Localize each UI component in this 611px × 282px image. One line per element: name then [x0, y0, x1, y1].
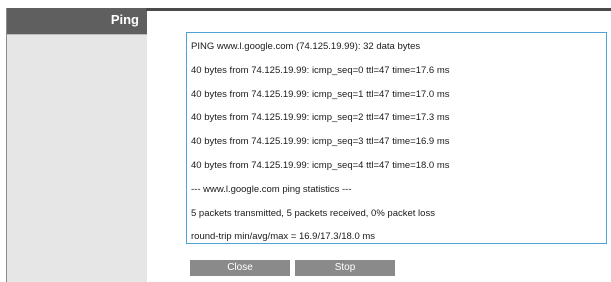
output-line: 5 packets transmitted, 5 packets receive…	[191, 207, 435, 219]
output-line: round-trip min/avg/max = 16.9/17.3/18.0 …	[191, 231, 376, 243]
output-line: 40 bytes from 74.125.19.99: icmp_seq=3 t…	[191, 136, 450, 148]
output-line: 40 bytes from 74.125.19.99: icmp_seq=1 t…	[191, 88, 450, 100]
output-line: PING www.l.google.com (74.125.19.99): 32…	[191, 41, 421, 52]
close-button[interactable]: Close	[190, 260, 290, 276]
stop-button[interactable]: Stop	[295, 260, 395, 276]
header-rule	[146, 8, 611, 11]
output-line: 40 bytes from 74.125.19.99: icmp_seq=2 t…	[191, 112, 450, 124]
sidebar-divider	[7, 34, 147, 35]
ping-output-box[interactable]: PING www.l.google.com (74.125.19.99): 32…	[186, 32, 607, 244]
output-line: 40 bytes from 74.125.19.99: icmp_seq=4 t…	[191, 159, 450, 171]
sidebar: Ping	[6, 8, 147, 282]
ping-output-lines: PING www.l.google.com (74.125.19.99): 32…	[191, 40, 450, 254]
page-title: Ping	[110, 12, 139, 27]
output-line: --- www.l.google.com ping statistics ---	[191, 183, 352, 195]
sidebar-header: Ping	[7, 8, 147, 34]
output-line: 40 bytes from 74.125.19.99: icmp_seq=0 t…	[191, 64, 450, 76]
